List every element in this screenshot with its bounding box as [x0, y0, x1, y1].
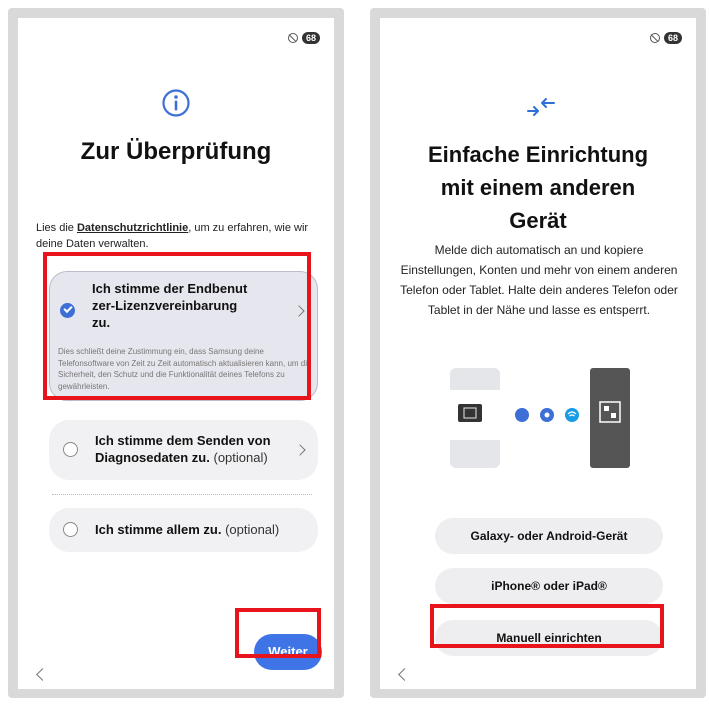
do-not-disturb-icon [649, 33, 660, 43]
iphone-ipad-button[interactable]: iPhone® oder iPad® [435, 568, 663, 604]
info-icon [162, 89, 190, 117]
setup-description: Melde dich automatisch an und kopiere Ei… [400, 243, 678, 317]
diagnostics-label-line: Ich stimme dem Senden von [95, 433, 271, 448]
galaxy-android-button[interactable]: Galaxy- oder Android-Gerät [435, 518, 663, 554]
title-line: mit einem anderen [440, 175, 636, 200]
highlight-eula-card [43, 252, 311, 400]
status-bar: 68 [287, 32, 320, 44]
page-title: Einfache Einrichtung mit einem anderen G… [380, 138, 696, 237]
accept-all-checkbox[interactable] [63, 522, 78, 537]
right-phone-frame: 68 Einfache Einrichtung mit einem andere… [370, 8, 706, 698]
transfer-arrows-icon [527, 98, 555, 116]
intro-text-before: Lies die [36, 222, 77, 234]
highlight-next-button [235, 608, 321, 658]
privacy-policy-link[interactable]: Datenschutzrichtlinie [77, 222, 188, 234]
optional-tag: (optional) [213, 450, 268, 465]
back-chevron-icon[interactable] [398, 668, 411, 681]
privacy-intro: Lies die Datenschutzrichtlinie, um zu er… [36, 220, 326, 252]
accept-all-label: Ich stimme allem zu. (optional) [95, 521, 315, 538]
title-line: Gerät [509, 208, 567, 233]
optional-tag: (optional) [225, 522, 280, 537]
easy-setup-screen: 68 Einfache Einrichtung mit einem andere… [380, 18, 696, 689]
diagnostics-label: Ich stimme dem Senden von Diagnosedaten … [95, 432, 285, 466]
diagnostics-checkbox[interactable] [63, 442, 78, 457]
chevron-right-icon [294, 444, 306, 456]
back-chevron-icon[interactable] [36, 668, 49, 681]
accept-all-text: Ich stimme allem zu. [95, 522, 222, 537]
status-bar: 68 [649, 32, 682, 44]
diagnostics-label-line: Diagnosedaten zu. [95, 450, 210, 465]
highlight-manual-setup-button [430, 604, 664, 648]
do-not-disturb-icon [287, 33, 298, 43]
battery-indicator: 68 [663, 32, 682, 44]
page-title: Zur Überprüfung [80, 138, 272, 165]
battery-indicator: 68 [301, 32, 320, 44]
divider [52, 494, 312, 495]
device-transfer-illustration [450, 368, 630, 468]
accept-all-card[interactable]: Ich stimme allem zu. (optional) [49, 508, 318, 552]
diagnostics-consent-card[interactable]: Ich stimme dem Senden von Diagnosedaten … [49, 420, 318, 480]
title-line: Einfache Einrichtung [427, 142, 649, 167]
